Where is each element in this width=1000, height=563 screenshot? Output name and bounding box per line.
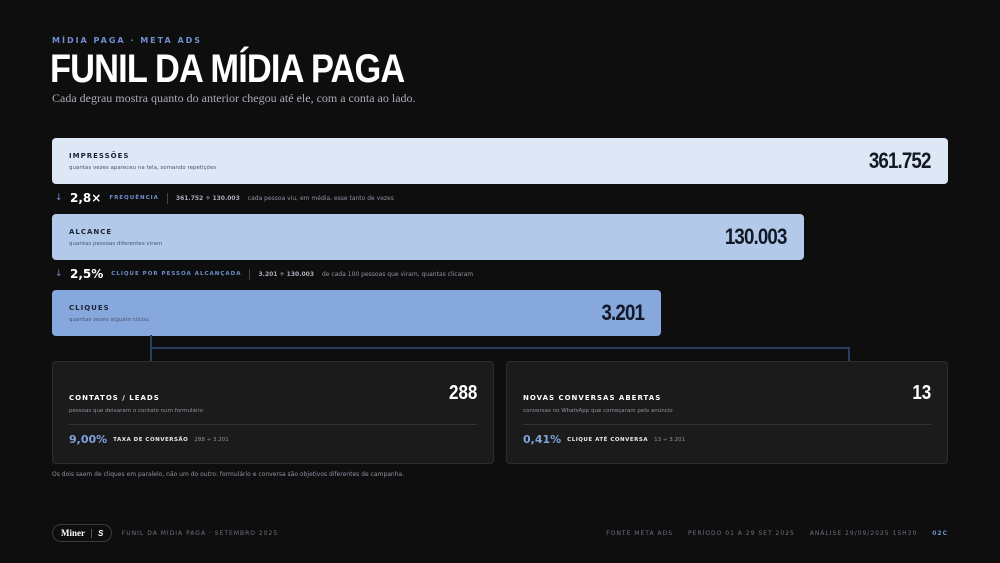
page-eyebrow: MÍDIA PAGA · META ADS: [52, 36, 203, 45]
footer-separator: ·: [679, 529, 682, 537]
ratio-frequency: ↓ 2,8× FREQUÊNCIA 361.752 ÷ 130.003 cada…: [52, 188, 394, 208]
page-subtitle: Cada degrau mostra quanto do anterior ch…: [52, 91, 416, 105]
ratio-tag: FREQUÊNCIA: [109, 195, 159, 201]
funnel-step-label: IMPRESSÕES: [69, 152, 130, 160]
footer-code: 02C: [932, 529, 948, 537]
card-value: 13: [912, 382, 931, 404]
logo-divider: [91, 528, 92, 538]
ratio-tag: CLIQUE POR PESSOA ALCANÇADA: [111, 271, 242, 277]
ratio-explanation: cada pessoa viu, em média, esse tanto de…: [247, 194, 394, 202]
page-title: FUNIL DA MÍDIA PAGA: [50, 47, 405, 91]
card-rate-row: 0,41% CLIQUE ATÉ CONVERSA 13 ÷ 3.201: [523, 433, 685, 446]
connector-line: [150, 347, 152, 361]
connector-line: [848, 347, 850, 361]
footer-meta: FONTE META ADS · PERÍODO 01 A 29 SET 202…: [606, 530, 948, 537]
card-description: conversas no WhatsApp que começaram pelo…: [523, 408, 673, 414]
footnote: Os dois saem de cliques em paralelo, não…: [52, 471, 405, 478]
arrow-down-icon: ↓: [55, 269, 63, 279]
card-divider: [523, 424, 931, 425]
funnel-step-description: quantas pessoas diferentes viram: [69, 241, 163, 247]
ratio-calculation: 3.201 ÷ 130.003: [258, 270, 314, 278]
ratio-click-per-person: ↓ 2,5% CLIQUE POR PESSOA ALCANÇADA 3.201…: [52, 264, 473, 284]
card-description: pessoas que deixaram o contato num formu…: [69, 408, 204, 414]
footer-separator: ·: [800, 529, 804, 537]
card-rate-value: 9,00%: [69, 433, 108, 446]
ratio-value: 2,8×: [70, 191, 102, 205]
card-conversations: NOVAS CONVERSAS ABERTAS conversas no Wha…: [506, 361, 948, 464]
card-value: 288: [448, 382, 477, 404]
card-rate-row: 9,00% TAXA DE CONVERSÃO 288 ÷ 3.201: [69, 433, 229, 446]
funnel-step-value: 130.003: [725, 224, 787, 249]
funnel-step-clicks: CLIQUES quantas vezes alguém clicou 3.20…: [52, 290, 661, 336]
funnel-step-value: 3.201: [601, 300, 644, 325]
card-rate-formula: 288 ÷ 3.201: [194, 436, 229, 443]
funnel-step-label: ALCANCE: [69, 228, 113, 236]
funnel-step-description: quantas vezes apareceu na tela, somando …: [69, 165, 217, 171]
footer-period: PERÍODO 01 A 29 SET 2025: [687, 529, 795, 537]
card-title: CONTATOS / LEADS: [69, 394, 160, 402]
card-rate-tag: TAXA DE CONVERSÃO: [113, 436, 189, 443]
brand-logo: Miner S: [52, 524, 112, 542]
footer-source: FONTE META ADS: [606, 529, 674, 537]
miner-logo: Miner: [61, 528, 85, 538]
ratio-explanation: de cada 100 pessoas que viram, quantas c…: [322, 270, 474, 278]
card-rate-tag: CLIQUE ATÉ CONVERSA: [567, 436, 649, 443]
footer-analysis: ANÁLISE 29/09/2025 15H30: [809, 529, 918, 537]
footer-separator: ·: [923, 529, 927, 537]
funnel-step-value: 361.752: [869, 148, 931, 173]
ratio-value: 2,5%: [70, 267, 104, 281]
funnel-step-description: quantas vezes alguém clicou: [69, 317, 149, 323]
card-leads: CONTATOS / LEADS pessoas que deixaram o …: [52, 361, 494, 464]
funnel-step-impressions: IMPRESSÕES quantas vezes apareceu na tel…: [52, 138, 948, 184]
footer: Miner S FUNIL DA MÍDIA PAGA · SETEMBRO 2…: [52, 524, 948, 542]
funnel-step-label: CLIQUES: [69, 304, 110, 312]
ratio-divider: [249, 268, 251, 280]
card-rate-value: 0,41%: [523, 433, 562, 446]
card-divider: [69, 424, 477, 425]
card-title: NOVAS CONVERSAS ABERTAS: [523, 394, 662, 402]
funnel-step-reach: ALCANCE quantas pessoas diferentes viram…: [52, 214, 804, 260]
ratio-calculation: 361.752 ÷ 130.003: [175, 194, 240, 202]
footer-title: FUNIL DA MÍDIA PAGA · SETEMBRO 2025: [121, 529, 279, 537]
ratio-divider: [166, 192, 168, 204]
partner-logo-icon: S: [98, 528, 103, 538]
arrow-down-icon: ↓: [55, 193, 63, 203]
connector-line: [150, 347, 850, 349]
card-rate-formula: 13 ÷ 3.201: [654, 436, 685, 443]
